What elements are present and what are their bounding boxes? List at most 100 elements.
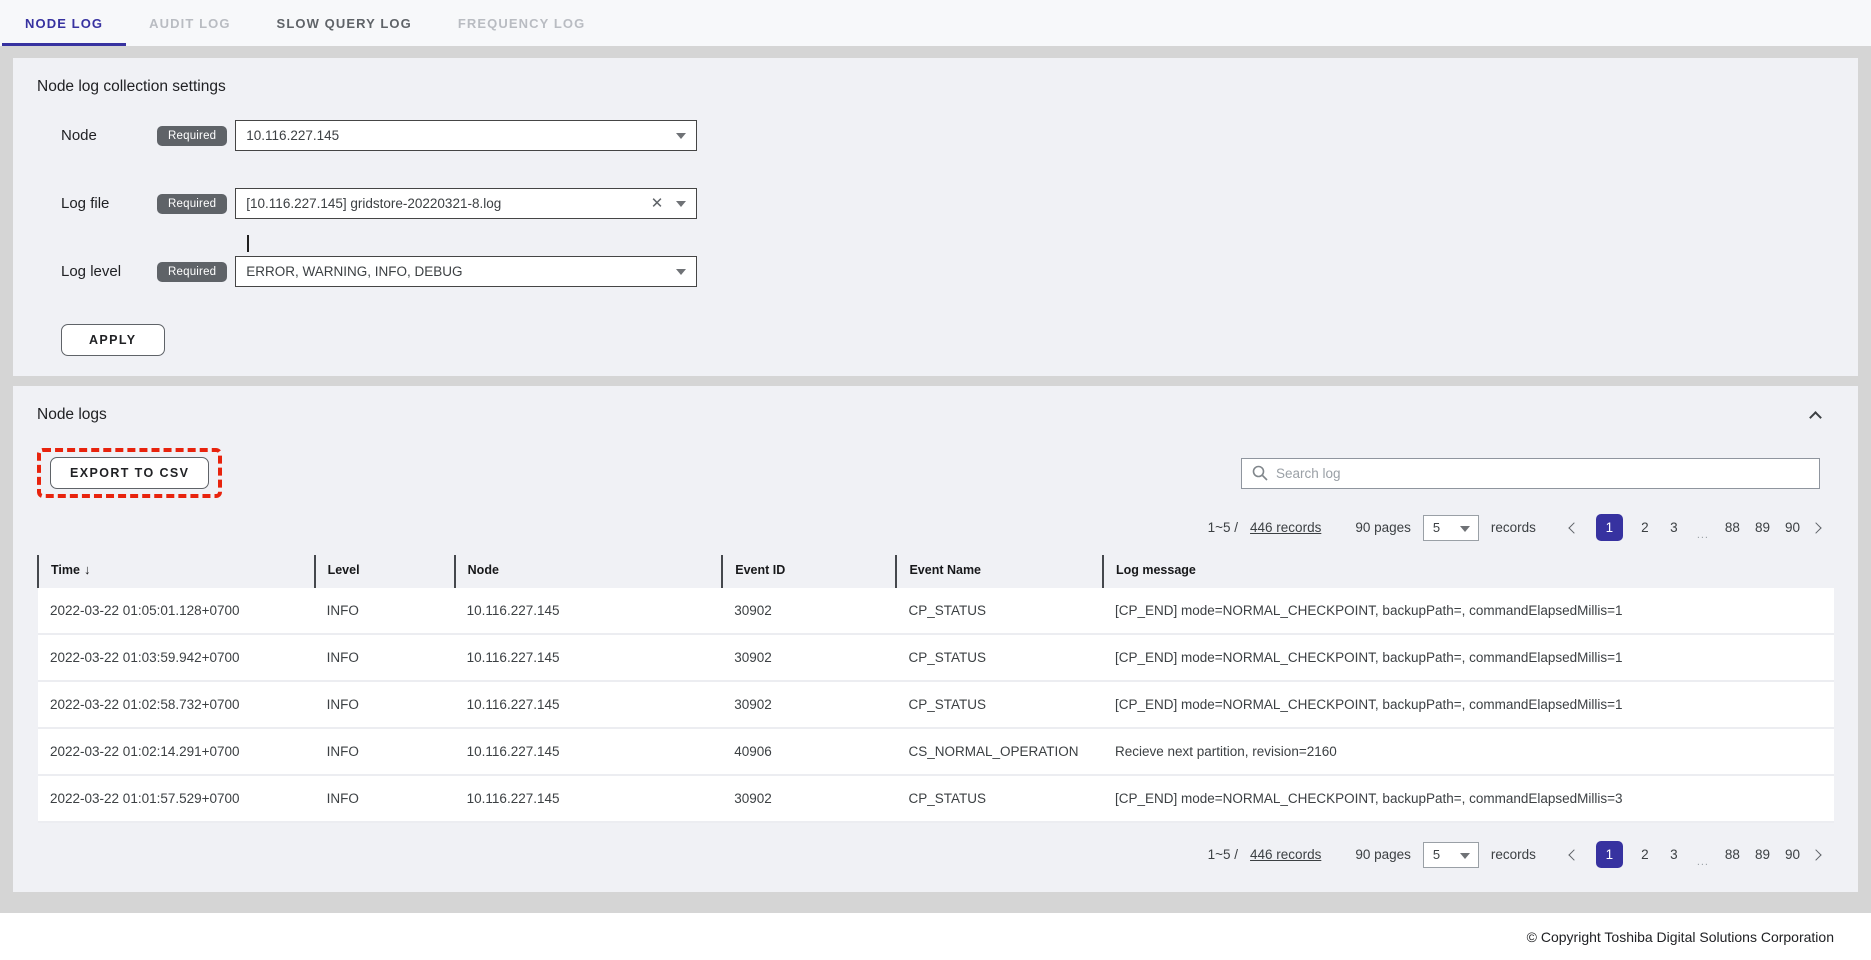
table-cell: 30902	[722, 588, 896, 634]
collapse-icon[interactable]	[1809, 411, 1822, 424]
required-badge: Required	[157, 126, 227, 146]
page-size-select[interactable]: 5	[1423, 842, 1479, 868]
table-cell: INFO	[315, 775, 455, 822]
log-file-label: Log file	[61, 195, 157, 212]
tab-bar: NODE LOG AUDIT LOG SLOW QUERY LOG FREQUE…	[0, 0, 1871, 46]
required-badge: Required	[157, 262, 227, 282]
search-icon	[1252, 465, 1268, 481]
clear-icon[interactable]: ✕	[651, 194, 664, 214]
page-number-89[interactable]: 89	[1755, 520, 1770, 535]
table-cell: 30902	[722, 681, 896, 728]
table-cell: CP_STATUS	[896, 681, 1103, 728]
page-size-select[interactable]: 5	[1423, 515, 1479, 541]
table-cell: CP_STATUS	[896, 634, 1103, 681]
tab-audit-log[interactable]: AUDIT LOG	[126, 0, 253, 46]
page-number-1[interactable]: 1	[1596, 514, 1623, 541]
page-number-1[interactable]: 1	[1596, 841, 1623, 868]
table-cell: 2022-03-22 01:05:01.128+0700	[38, 588, 315, 634]
table-cell: 2022-03-22 01:02:58.732+0700	[38, 681, 315, 728]
page-number-88[interactable]: 88	[1725, 520, 1740, 535]
column-header-node[interactable]: Node	[455, 555, 723, 588]
table-cell: 10.116.227.145	[455, 728, 723, 775]
page-number-90[interactable]: 90	[1785, 520, 1800, 535]
settings-form: Node Required 10.116.227.145 Log file Re…	[37, 120, 1834, 287]
record-range: 1~5 /	[1208, 520, 1238, 535]
table-cell: [CP_END] mode=NORMAL_CHECKPOINT, backupP…	[1103, 634, 1834, 681]
sort-desc-icon: ↓	[84, 562, 91, 577]
export-highlight-annotation: EXPORT TO CSV	[37, 448, 222, 498]
log-file-select[interactable]: [10.116.227.145] gridstore-20220321-8.lo…	[235, 188, 697, 219]
chevron-down-icon	[676, 201, 686, 207]
page-number-89[interactable]: 89	[1755, 847, 1770, 862]
next-page-icon[interactable]	[1810, 849, 1821, 860]
node-select-value: 10.116.227.145	[246, 128, 339, 143]
export-to-csv-button[interactable]: EXPORT TO CSV	[50, 457, 209, 489]
page-number-90[interactable]: 90	[1785, 847, 1800, 862]
table-header-row: Time ↓ Level Node Event ID Event Name Log…	[38, 555, 1834, 588]
page-number-88[interactable]: 88	[1725, 847, 1740, 862]
tab-node-log[interactable]: NODE LOG	[2, 0, 126, 46]
copyright-text: © Copyright Toshiba Digital Solutions Co…	[1527, 929, 1834, 945]
records-count-link[interactable]: 446 records	[1250, 847, 1321, 862]
column-header-event-name[interactable]: Event Name	[896, 555, 1103, 588]
log-level-select[interactable]: ERROR, WARNING, INFO, DEBUG	[235, 256, 697, 287]
page-number-2[interactable]: 2	[1638, 847, 1652, 862]
log-level-field-row: Log level Required ERROR, WARNING, INFO,…	[61, 256, 1834, 287]
table-row: 2022-03-22 01:01:57.529+0700INFO10.116.2…	[38, 775, 1834, 822]
table-cell: INFO	[315, 681, 455, 728]
column-header-time[interactable]: Time ↓	[38, 555, 315, 588]
table-cell: CS_NORMAL_OPERATION	[896, 728, 1103, 775]
log-level-label: Log level	[61, 263, 157, 280]
column-header-time-label: Time	[51, 563, 80, 577]
page-list: 123... 88 89 90	[1596, 514, 1800, 541]
node-logs-panel: Node logs EXPORT TO CSV 1~5 / 446 record…	[13, 386, 1858, 892]
table-cell: 10.116.227.145	[455, 775, 723, 822]
log-file-select-value: [10.116.227.145] gridstore-20220321-8.lo…	[246, 196, 501, 211]
table-cell: 2022-03-22 01:03:59.942+0700	[38, 634, 315, 681]
node-label: Node	[61, 127, 157, 144]
pagination-top: 1~5 / 446 records 90 pages 5 records 123…	[37, 514, 1820, 541]
previous-page-icon[interactable]	[1568, 849, 1579, 860]
log-file-field-row: Log file Required [10.116.227.145] grids…	[61, 188, 1834, 219]
table-cell: 10.116.227.145	[455, 681, 723, 728]
table-cell: INFO	[315, 728, 455, 775]
node-field-row: Node Required 10.116.227.145	[61, 120, 1834, 151]
pagination-ellipsis: ...	[1696, 529, 1710, 541]
search-input[interactable]	[1276, 466, 1809, 481]
records-label: records	[1491, 847, 1536, 862]
table-cell: CP_STATUS	[896, 775, 1103, 822]
tab-slow-query-log[interactable]: SLOW QUERY LOG	[254, 0, 435, 46]
table-cell: CP_STATUS	[896, 588, 1103, 634]
chevron-down-icon	[1460, 526, 1470, 532]
table-cell: INFO	[315, 588, 455, 634]
main-content: Node log collection settings Node Requir…	[0, 46, 1871, 913]
tab-frequency-log[interactable]: FREQUENCY LOG	[435, 0, 608, 46]
column-header-level[interactable]: Level	[315, 555, 455, 588]
table-row: 2022-03-22 01:03:59.942+0700INFO10.116.2…	[38, 634, 1834, 681]
next-page-icon[interactable]	[1810, 522, 1821, 533]
page-number-3[interactable]: 3	[1667, 847, 1681, 862]
apply-button[interactable]: APPLY	[61, 324, 165, 356]
text-cursor-artifact	[247, 235, 249, 252]
page-size-value: 5	[1433, 847, 1440, 862]
chevron-down-icon	[676, 269, 686, 275]
node-logs-table: Time ↓ Level Node Event ID Event Name Log…	[37, 555, 1834, 823]
node-select[interactable]: 10.116.227.145	[235, 120, 697, 151]
table-cell: 30902	[722, 775, 896, 822]
previous-page-icon[interactable]	[1568, 522, 1579, 533]
table-cell: [CP_END] mode=NORMAL_CHECKPOINT, backupP…	[1103, 588, 1834, 634]
table-cell: 2022-03-22 01:01:57.529+0700	[38, 775, 315, 822]
settings-panel-title: Node log collection settings	[37, 78, 1834, 96]
required-badge: Required	[157, 194, 227, 214]
pages-count: 90 pages	[1355, 847, 1411, 862]
column-header-event-id[interactable]: Event ID	[722, 555, 896, 588]
pagination-bottom: 1~5 / 446 records 90 pages 5 records 123…	[37, 841, 1820, 868]
table-row: 2022-03-22 01:02:58.732+0700INFO10.116.2…	[38, 681, 1834, 728]
column-header-log-message[interactable]: Log message	[1103, 555, 1834, 588]
table-row: 2022-03-22 01:05:01.128+0700INFO10.116.2…	[38, 588, 1834, 634]
records-count-link[interactable]: 446 records	[1250, 520, 1321, 535]
page-number-2[interactable]: 2	[1638, 520, 1652, 535]
node-logs-title: Node logs	[37, 406, 107, 424]
records-label: records	[1491, 520, 1536, 535]
page-number-3[interactable]: 3	[1667, 520, 1681, 535]
